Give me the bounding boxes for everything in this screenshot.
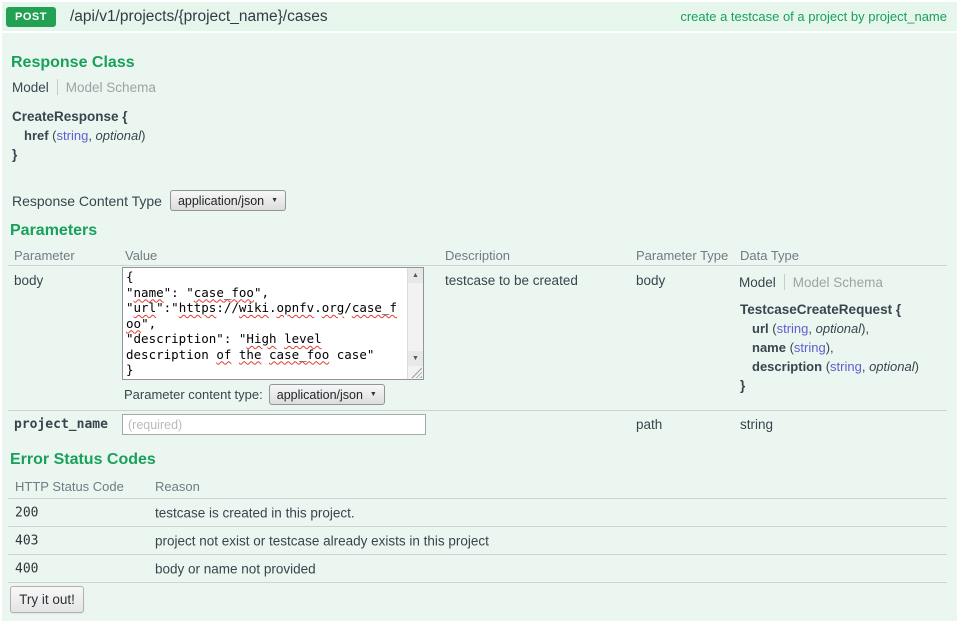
tab-model-schema[interactable]: Model Schema: [66, 80, 156, 95]
scroll-down-icon[interactable]: ▼: [408, 351, 423, 366]
param-body-description: testcase to be created: [445, 273, 578, 288]
try-it-out-button[interactable]: Try it out!: [10, 586, 84, 613]
col-http-status-code: HTTP Status Code: [15, 479, 124, 494]
parameter-content-type-row: Parameter content type: application/json…: [124, 384, 385, 405]
error-code-row: 403 project not exist or testcase already…: [8, 527, 947, 555]
operation-header[interactable]: POST /api/v1/projects/{project_name}/cas…: [2, 2, 957, 31]
http-status-code: 400: [15, 561, 38, 576]
error-reason: testcase is created in this project.: [155, 505, 355, 520]
col-data-type: Data Type: [740, 248, 799, 263]
response-content-type-label: Response Content Type: [12, 193, 162, 209]
body-datatype-tabs: Model Model Schema: [739, 274, 883, 290]
tab-model-schema[interactable]: Model Schema: [793, 275, 883, 290]
http-status-code: 200: [15, 505, 38, 520]
col-reason: Reason: [155, 479, 200, 494]
col-parameter-type: Parameter Type: [636, 248, 728, 263]
tab-model[interactable]: Model: [12, 80, 49, 95]
model-close-brace: }: [12, 145, 145, 164]
error-codes-table: 200 testcase is created in this project. 4…: [8, 498, 947, 583]
model-property: url (string, optional),: [740, 319, 919, 338]
model-property: description (string, optional): [740, 357, 919, 376]
tab-model[interactable]: Model: [739, 275, 776, 290]
endpoint-path-link[interactable]: /api/v1/projects/{project_name}/cases: [70, 8, 328, 26]
col-parameter: Parameter: [14, 248, 75, 263]
param-project-name-datatype: string: [740, 417, 773, 432]
project-name-input[interactable]: [122, 414, 426, 435]
param-project-name-type: path: [636, 417, 662, 432]
error-code-row: 400 body or name not provided: [8, 555, 947, 583]
error-code-row: 200 testcase is created in this project.: [8, 499, 947, 527]
response-model-signature: CreateResponse {href (string, optional)}: [12, 107, 145, 164]
tab-separator: [57, 79, 58, 95]
response-content-type-row: Response Content Type application/json ▼: [12, 190, 286, 211]
param-body-type: body: [636, 273, 665, 288]
error-status-codes-heading: Error Status Codes: [10, 451, 156, 469]
tab-separator: [784, 274, 785, 290]
http-method-badge: POST: [6, 7, 56, 27]
body-parameter-textarea[interactable]: { "name": "case_foo", "url":"https://wik…: [122, 267, 424, 380]
model-property: href (string, optional): [12, 126, 145, 145]
model-property: name (string),: [740, 338, 919, 357]
param-name-project-name: project_name: [14, 417, 108, 432]
parameters-heading: Parameters: [10, 222, 97, 240]
response-class-tabs: Model Model Schema: [12, 79, 156, 95]
model-name: CreateResponse {: [12, 107, 145, 126]
response-class-heading: Response Class: [11, 54, 135, 72]
table-header-divider: [8, 265, 947, 266]
response-content-type-select[interactable]: application/json ▼: [170, 190, 286, 211]
row-divider: [8, 410, 947, 411]
chevron-down-icon: ▼: [370, 391, 377, 398]
model-name: TestcaseCreateRequest {: [740, 300, 919, 319]
parameter-content-type-value: application/json: [277, 388, 363, 402]
textarea-scrollbar[interactable]: ▲ ▼: [407, 268, 423, 379]
col-description: Description: [445, 248, 510, 263]
error-reason: body or name not provided: [155, 561, 316, 576]
col-value: Value: [125, 248, 157, 263]
body-json-value: { "name": "case_foo", "url":"https://wik…: [126, 269, 400, 378]
parameter-content-type-select[interactable]: application/json ▼: [269, 384, 385, 405]
chevron-down-icon: ▼: [271, 197, 278, 204]
http-status-code: 403: [15, 533, 38, 548]
model-close-brace: }: [740, 376, 919, 395]
parameter-content-type-label: Parameter content type:: [124, 387, 263, 402]
request-model-signature: TestcaseCreateRequest {url (string, opti…: [740, 300, 919, 395]
scroll-up-icon[interactable]: ▲: [408, 268, 423, 283]
operation-summary-link[interactable]: create a testcase of a project by projec…: [680, 9, 947, 24]
error-reason: project not exist or testcase already ex…: [155, 533, 489, 548]
response-content-type-value: application/json: [178, 194, 264, 208]
param-name-body: body: [14, 273, 43, 288]
